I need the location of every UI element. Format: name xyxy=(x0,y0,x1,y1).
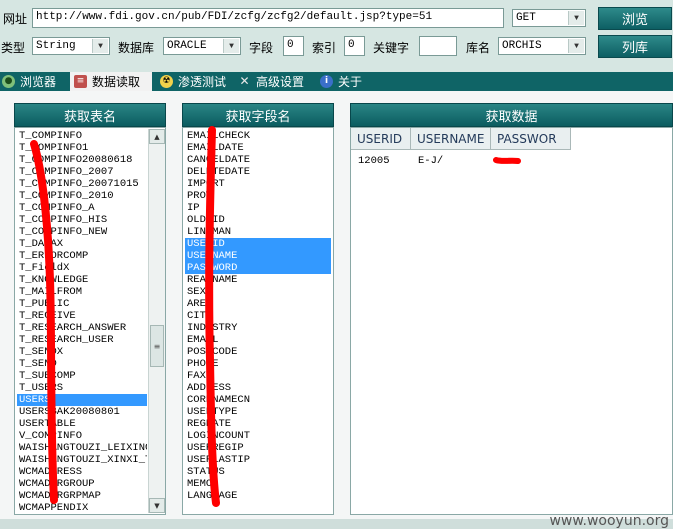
red-annotation-overlay xyxy=(30,126,521,507)
watermark: www.wooyun.org xyxy=(549,513,669,529)
annotation-stroke xyxy=(30,140,58,504)
annotation-stroke xyxy=(205,126,220,507)
annotation-stroke xyxy=(493,157,521,164)
